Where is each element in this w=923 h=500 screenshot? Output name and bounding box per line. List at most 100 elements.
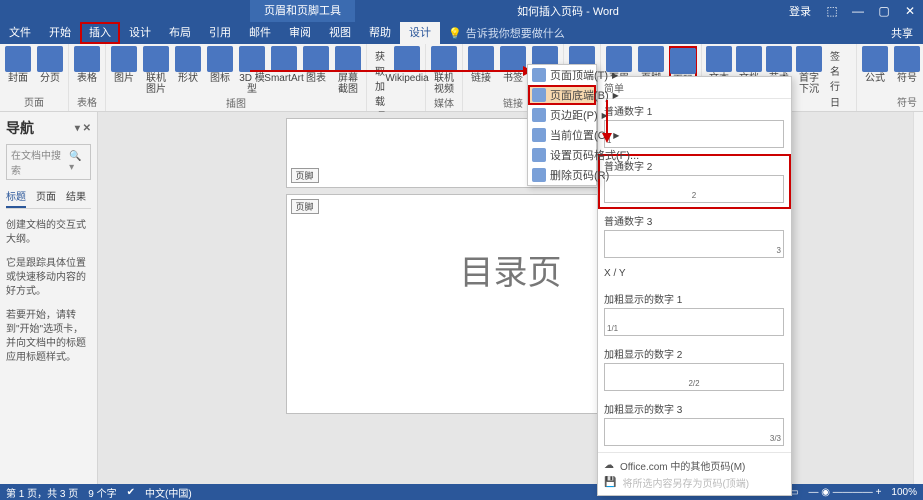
menu-label: 页面底端(B): [550, 87, 609, 103]
menu-label: 设置页码格式(F)...: [550, 147, 639, 163]
tab-context-design[interactable]: 设计: [400, 22, 440, 44]
gallery-preview: 1: [604, 120, 784, 148]
gallery-item-plain-3[interactable]: 普通数字 33: [598, 209, 791, 264]
link-button[interactable]: 链接: [467, 46, 495, 84]
gallery-foot-label: Office.com 中的其他页码(M): [620, 458, 745, 473]
menu-label: 页面顶端(T): [550, 67, 608, 83]
table-button[interactable]: 表格: [73, 46, 101, 84]
gallery-label: 加粗显示的数字 2: [604, 346, 785, 361]
nav-dropdown-icon[interactable]: ▾ ✕: [75, 123, 91, 134]
tab-view[interactable]: 视图: [320, 22, 360, 44]
group-illustrations: 插图: [226, 95, 246, 112]
gallery-office-more[interactable]: ☁Office.com 中的其他页码(M): [604, 457, 785, 474]
nav-tab-headings[interactable]: 标题: [6, 188, 26, 208]
gallery-label: 加粗显示的数字 1: [604, 291, 785, 306]
chart-button[interactable]: 图表: [302, 46, 330, 84]
tab-review[interactable]: 审阅: [280, 22, 320, 44]
ribbon-label: 形状: [178, 73, 198, 84]
equation-icon: [862, 46, 888, 72]
login-button[interactable]: 登录: [781, 3, 819, 19]
page-number-gallery: 简单 普通数字 11 普通数字 22 普通数字 33 X / Y 加粗显示的数字…: [597, 76, 792, 496]
wikipedia-button[interactable]: Wikipedia: [393, 46, 421, 84]
menu-bottom-of-page[interactable]: 页面底端(B)▶: [528, 85, 596, 105]
ribbon-options-icon[interactable]: ⬚: [819, 0, 845, 22]
cover-page-button[interactable]: 封面: [4, 46, 32, 84]
menu-current-position[interactable]: 当前位置(C)▶: [528, 125, 596, 145]
preview-number: 3/3: [770, 434, 781, 443]
gallery-item-plain-1[interactable]: 普通数字 1 1: [598, 99, 791, 154]
textbox-icon: [706, 46, 732, 72]
chevron-right-icon: ▶: [613, 91, 619, 100]
tab-mailings[interactable]: 邮件: [240, 22, 280, 44]
document-title: 如何插入页码 - Word: [355, 3, 781, 19]
bottom-of-page-icon: [532, 88, 546, 102]
page-break-button[interactable]: 分页: [36, 46, 64, 84]
online-picture-button[interactable]: 联机图片: [142, 46, 170, 95]
tab-references[interactable]: 引用: [200, 22, 240, 44]
icons-button[interactable]: 图标: [206, 46, 234, 84]
gallery-label: 普通数字 1: [604, 103, 785, 118]
online-picture-icon: [143, 46, 169, 72]
signature-line-button[interactable]: 签名行: [830, 48, 848, 93]
gallery-item-bold-2[interactable]: 加粗显示的数字 2 2/2: [598, 342, 791, 397]
maximize-button[interactable]: ▢: [871, 0, 897, 22]
group-links: 链接: [503, 95, 523, 112]
status-word-count[interactable]: 9 个字: [88, 485, 116, 500]
close-button[interactable]: ✕: [897, 0, 923, 22]
share-button[interactable]: 共享: [881, 25, 923, 41]
gallery-item-bold-1[interactable]: 加粗显示的数字 11/1: [598, 287, 791, 342]
ribbon-tab-strip: 文件 开始 插入 设计 布局 引用 邮件 审阅 视图 帮助 设计 💡 告诉我你想…: [0, 22, 923, 44]
menu-format-page-number[interactable]: 设置页码格式(F)...: [528, 145, 596, 165]
nav-search-input[interactable]: 在文档中搜索🔍▾: [6, 144, 91, 180]
zoom-level[interactable]: 100%: [891, 487, 917, 498]
shapes-button[interactable]: 形状: [174, 46, 202, 84]
nav-title-text: 导航: [6, 118, 34, 138]
preview-number: 2/2: [688, 379, 699, 388]
vertical-scrollbar[interactable]: [913, 112, 923, 484]
wordart-icon: [766, 46, 792, 72]
menu-remove-page-number[interactable]: 删除页码(R): [528, 165, 596, 185]
document-area[interactable]: 页脚 目录页 页脚: [98, 112, 923, 484]
gallery-preview: 3/3: [604, 418, 784, 446]
chevron-right-icon: ▶: [612, 71, 618, 80]
chart-icon: [303, 46, 329, 72]
tab-layout[interactable]: 布局: [160, 22, 200, 44]
shapes-icon: [175, 46, 201, 72]
tell-me-search[interactable]: 💡 告诉我你想要做什么: [448, 25, 565, 41]
picture-button[interactable]: 图片: [110, 46, 138, 84]
page-number-menu: 页面顶端(T)▶ 页面底端(B)▶ 页边距(P)▶ 当前位置(C)▶ 设置页码格…: [527, 64, 597, 186]
nav-tab-results[interactable]: 结果: [66, 188, 86, 208]
gallery-preview: 2: [604, 175, 784, 203]
tab-insert[interactable]: 插入: [80, 22, 120, 44]
nav-tab-pages[interactable]: 页面: [36, 188, 56, 208]
menu-top-of-page[interactable]: 页面顶端(T)▶: [528, 65, 596, 85]
top-of-page-icon: [532, 68, 546, 82]
zoom-slider[interactable]: — ◉ ———— +: [809, 487, 882, 498]
group-symbols: 符号: [897, 94, 917, 111]
tab-home[interactable]: 开始: [40, 22, 80, 44]
equation-button[interactable]: 公式: [861, 46, 889, 84]
menu-label: 当前位置(C): [550, 127, 609, 143]
ribbon-label: 图表: [306, 73, 326, 84]
footer-tag-1: 页脚: [291, 168, 319, 183]
ribbon-label: 联机视频: [430, 73, 458, 95]
tab-help[interactable]: 帮助: [360, 22, 400, 44]
smartart-button[interactable]: SmartArt: [270, 46, 298, 84]
status-page-info[interactable]: 第 1 页，共 3 页: [6, 485, 78, 500]
icons-icon: [207, 46, 233, 72]
status-language[interactable]: 中文(中国): [145, 485, 192, 500]
gallery-preview: 2/2: [604, 363, 784, 391]
tab-file[interactable]: 文件: [0, 22, 40, 44]
gallery-label: X / Y: [604, 268, 785, 279]
dropcap-button[interactable]: 首字下沉: [796, 46, 822, 95]
symbol-button[interactable]: 符号: [893, 46, 921, 84]
minimize-button[interactable]: —: [845, 0, 871, 22]
gallery-item-bold-3[interactable]: 加粗显示的数字 33/3: [598, 397, 791, 452]
ribbon-label: 书签: [503, 73, 523, 84]
bookmark-button[interactable]: 书签: [499, 46, 527, 84]
status-proofing[interactable]: ✔: [127, 487, 135, 498]
menu-page-margins[interactable]: 页边距(P)▶: [528, 105, 596, 125]
menu-label: 页边距(P): [550, 107, 598, 123]
screenshot-icon: [335, 46, 361, 72]
tab-design[interactable]: 设计: [120, 22, 160, 44]
